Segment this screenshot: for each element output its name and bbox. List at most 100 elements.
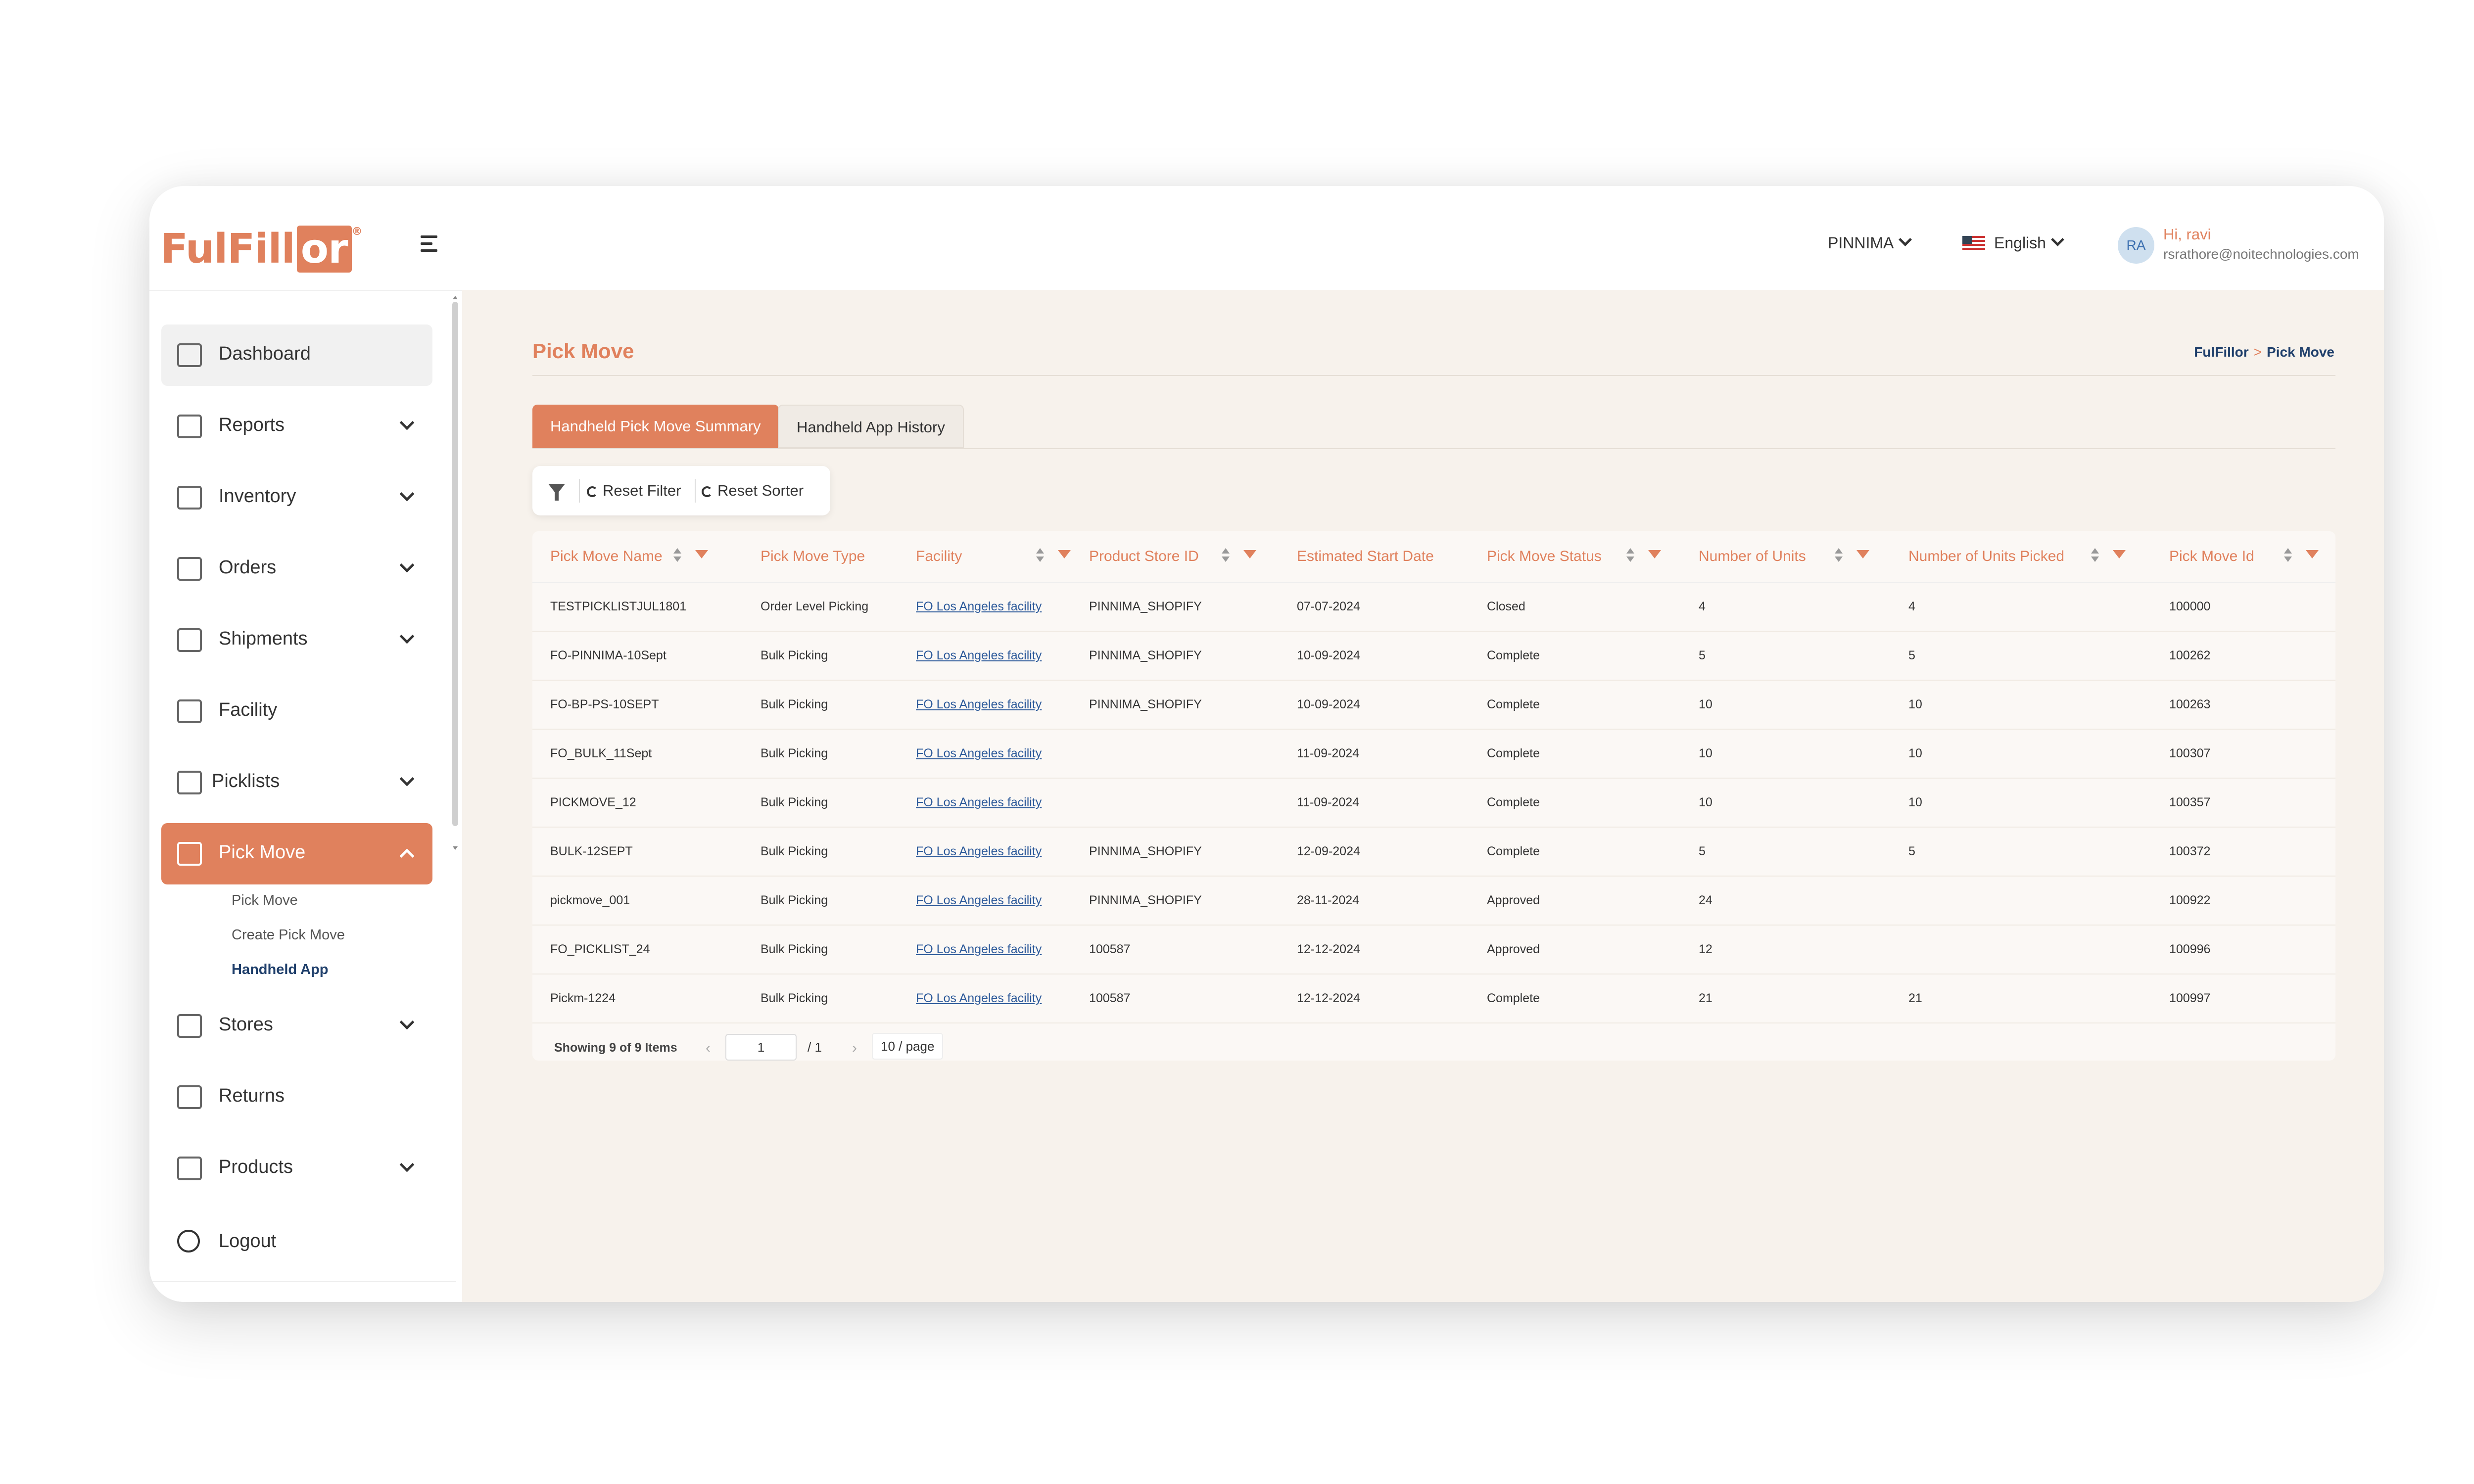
column-header-estimated-start-date[interactable]: Estimated Start Date (1279, 531, 1469, 583)
language-selector[interactable]: English (1962, 233, 2064, 252)
filter-icon[interactable] (695, 550, 708, 563)
column-header-label: Number of Units Picked (1908, 548, 2065, 564)
table-cell: Complete (1469, 680, 1681, 730)
sort-icon[interactable] (1221, 548, 1230, 563)
facility-link[interactable]: FO Los Angeles facility (916, 893, 1042, 907)
table-cell: 11-09-2024 (1279, 778, 1469, 828)
sidebar-item-pick-move[interactable]: Pick Move (161, 823, 432, 884)
chevron-down-icon (399, 1015, 415, 1030)
facility-link[interactable]: FO Los Angeles facility (916, 942, 1042, 956)
logout-label: Logout (219, 1231, 277, 1252)
reset-sorter-button[interactable]: Reset Sorter (702, 482, 804, 500)
tab-handheld-pick-move-summary[interactable]: Handheld Pick Move Summary (532, 405, 779, 448)
table-row[interactable]: Pickm-1224 Bulk Picking FO Los Angeles fac… (532, 974, 2335, 1023)
page-number-input[interactable]: 1 (725, 1034, 797, 1061)
user-greeting[interactable]: Hi, ravi (2163, 226, 2211, 243)
sidebar-subitem-create-pick-move[interactable]: Create Pick Move (232, 927, 345, 943)
avatar[interactable]: RA (2118, 227, 2154, 264)
table-cell: PINNIMA_SHOPIFY (1071, 680, 1279, 730)
scrollbar-thumb[interactable] (452, 302, 458, 826)
table-cell: 10-09-2024 (1279, 680, 1469, 730)
scroll-down-icon[interactable] (453, 846, 458, 850)
column-header-number-of-units-picked[interactable]: Number of Units Picked (1891, 531, 2151, 583)
sort-icon[interactable] (2091, 548, 2099, 563)
sidebar-item-dashboard[interactable]: Dashboard (161, 325, 432, 386)
facility-link[interactable]: FO Los Angeles facility (916, 600, 1042, 613)
table-row[interactable]: FO_PICKLIST_24 Bulk Picking FO Los Angeles… (532, 925, 2335, 974)
filter-icon[interactable] (2305, 550, 2319, 563)
brand-logo[interactable]: FulFill or ® (160, 226, 363, 273)
facility-link[interactable]: FO Los Angeles facility (916, 844, 1042, 858)
sidebar-item-facility[interactable]: Facility (161, 681, 432, 742)
sort-icon[interactable] (1626, 548, 1634, 563)
sidebar-item-products[interactable]: Products (161, 1138, 432, 1199)
sidebar-scrollbar[interactable] (451, 296, 459, 850)
chevron-down-icon (399, 1157, 415, 1172)
facility-icon (177, 699, 202, 723)
chevron-down-icon (399, 557, 415, 573)
table-cell: 5 (1681, 631, 1891, 681)
table-cell: FO Los Angeles facility (898, 631, 1071, 681)
sidebar-item-orders[interactable]: Orders (161, 538, 432, 600)
scroll-up-icon[interactable] (453, 296, 458, 299)
filter-icon[interactable] (548, 484, 565, 501)
sort-icon[interactable] (1036, 548, 1045, 563)
sort-icon[interactable] (1834, 548, 1843, 563)
table-row[interactable]: PICKMOVE_12 Bulk Picking FO Los Angeles fa… (532, 778, 2335, 828)
sort-icon[interactable] (673, 548, 681, 563)
store-selector[interactable]: PINNIMA (1828, 233, 1912, 252)
sidebar-subitem-pick-move[interactable]: Pick Move (232, 892, 298, 909)
sidebar-item-inventory[interactable]: Inventory (161, 467, 432, 528)
sidebar-subitem-handheld-app[interactable]: Handheld App (232, 962, 328, 978)
filter-icon[interactable] (1648, 550, 1661, 563)
table-cell: 12-09-2024 (1279, 827, 1469, 877)
table-cell: Bulk Picking (743, 827, 898, 877)
sidebar-item-reports[interactable]: Reports (161, 396, 432, 457)
column-header-product-store-id[interactable]: Product Store ID (1071, 531, 1279, 583)
collapse-sidebar-icon[interactable] (421, 235, 442, 255)
breadcrumb-home[interactable]: FulFillor (2194, 344, 2248, 360)
filter-icon[interactable] (1058, 550, 1071, 563)
reset-filter-button[interactable]: Reset Filter (587, 482, 681, 500)
chevron-down-icon (399, 771, 415, 787)
filter-icon[interactable] (1243, 550, 1256, 563)
facility-link[interactable]: FO Los Angeles facility (916, 649, 1042, 662)
table-row[interactable]: FO-PINNIMA-10Sept Bulk Picking FO Los Ange… (532, 631, 2335, 681)
sort-icon[interactable] (2284, 548, 2292, 563)
table-row[interactable]: FO-BP-PS-10SEPT Bulk Picking FO Los Angele… (532, 680, 2335, 730)
sidebar-item-shipments[interactable]: Shipments (161, 609, 432, 671)
filter-icon[interactable] (2113, 550, 2126, 563)
sidebar-item-stores[interactable]: Stores (161, 995, 432, 1057)
column-header-number-of-units[interactable]: Number of Units (1681, 531, 1891, 583)
column-header-pick-move-status[interactable]: Pick Move Status (1469, 531, 1681, 583)
store-selector-label: PINNIMA (1828, 234, 1894, 252)
chevron-left-icon[interactable]: ‹ (706, 1040, 711, 1057)
column-header-pick-move-id[interactable]: Pick Move Id (2151, 531, 2335, 583)
column-header-facility[interactable]: Facility (898, 531, 1071, 583)
table-cell: FO Los Angeles facility (898, 876, 1071, 926)
table-cell: FO Los Angeles facility (898, 827, 1071, 877)
tab-handheld-app-history[interactable]: Handheld App History (778, 405, 964, 448)
table-row[interactable]: FO_BULK_11Sept Bulk Picking FO Los Angeles… (532, 729, 2335, 779)
filter-icon[interactable] (1856, 550, 1869, 563)
table-cell: Complete (1469, 631, 1681, 681)
sidebar-item-returns[interactable]: Returns (161, 1067, 432, 1128)
table-cell: Bulk Picking (743, 974, 898, 1023)
facility-link[interactable]: FO Los Angeles facility (916, 697, 1042, 711)
table-cell: FO-PINNIMA-10Sept (532, 631, 743, 681)
sidebar-item-label: Orders (219, 557, 277, 578)
table-cell: FO Los Angeles facility (898, 974, 1071, 1023)
table-cell: FO Los Angeles facility (898, 729, 1071, 779)
facility-link[interactable]: FO Los Angeles facility (916, 746, 1042, 760)
facility-link[interactable]: FO Los Angeles facility (916, 991, 1042, 1005)
table-row[interactable]: BULK-12SEPT Bulk Picking FO Los Angeles fa… (532, 827, 2335, 877)
table-row[interactable]: pickmove_001 Bulk Picking FO Los Angeles f… (532, 876, 2335, 926)
chevron-right-icon[interactable]: › (852, 1040, 857, 1057)
top-header: FulFill or ® PINNIMA English RA Hi, ravi r… (149, 186, 2384, 290)
column-header-pick-move-name[interactable]: Pick Move Name (532, 531, 743, 583)
table-row[interactable]: TESTPICKLISTJUL1801 Order Level Picking FO… (532, 582, 2335, 632)
page-size-select[interactable]: 10 / page (872, 1033, 944, 1060)
column-header-pick-move-type[interactable]: Pick Move Type (743, 531, 898, 583)
facility-link[interactable]: FO Los Angeles facility (916, 795, 1042, 809)
sidebar-item-picklists[interactable]: Picklists (161, 752, 432, 813)
